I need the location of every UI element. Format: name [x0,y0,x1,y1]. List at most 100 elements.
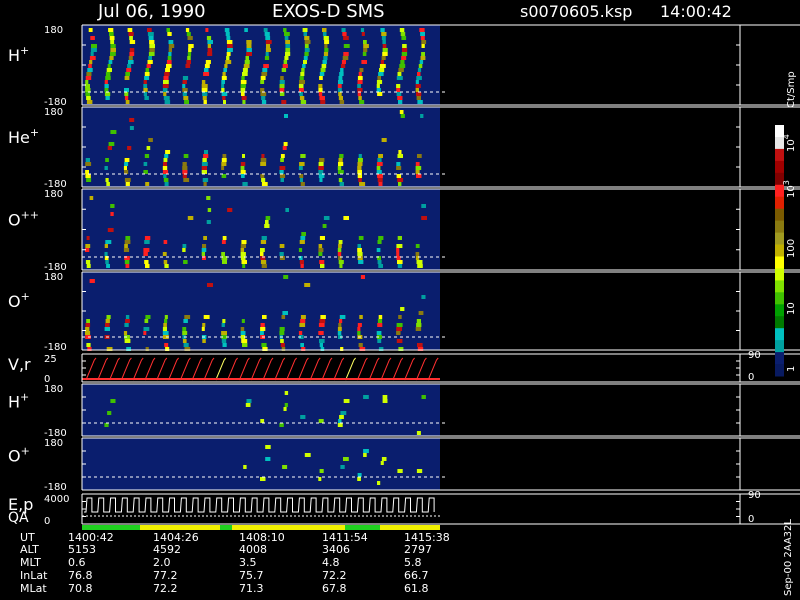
footer-cell: 72.2 [153,582,178,595]
footer-cell: 5153 [68,543,96,556]
footer-row-label: ALT [20,543,39,556]
vr-trace-segment [120,357,132,381]
heatmap-background [82,384,440,436]
footer-cell: 72.2 [322,569,347,582]
panel-label: V,r [8,355,31,374]
vr-trace-segment [168,357,179,381]
heatmap-band [416,469,423,473]
footer-cell: 75.7 [239,569,264,582]
heatmap-band [318,419,324,423]
ytick-label-top: 180 [44,107,63,118]
footer-cell: 76.8 [68,569,93,582]
vr-trace-segment [356,357,368,381]
footer-row-label: MLT [20,556,41,569]
heatmap-band [304,453,311,457]
footer-row-label: MLat [20,582,47,595]
ytick-label-bottom: -180 [44,482,67,493]
colorbar-label: 100 [786,239,797,258]
panel-label: He+ [8,126,39,147]
heatmap-band [300,415,306,419]
panel-7: 180 -180 O+ [8,437,800,493]
header-time: 14:00:42 [660,2,732,21]
vr-trace-segment [215,357,227,381]
vr-trace-segment [191,357,203,381]
ytick-label-top: 180 [44,438,63,449]
colorbar-swatch [775,316,784,329]
vr-trace-segment [333,357,345,381]
right-tick-label-top: 90 [748,350,761,361]
footer-cell: 70.8 [68,582,93,595]
qa-bar-segment [140,525,220,530]
colorbar-swatch [775,328,784,341]
vr-trace-segment [274,357,286,381]
heatmap-band [260,419,265,423]
vr-trace-segment [227,357,238,381]
colorbar-title: Ct/Smp [786,71,797,108]
colorbar-label: 1 [786,366,797,372]
side-label: Sep-00 2AA32L [783,519,794,596]
footer-cell: 2797 [404,543,432,556]
ep-trace [84,497,435,513]
colorbar-swatch [775,220,784,234]
panel-label: O+ [8,444,30,465]
plot-canvas: Jul 06, 1990 EXOS-D SMS s0070605.ksp 14:… [8,1,800,596]
vr-trace-segment [85,357,97,381]
right-tick-label-top: 90 [748,490,761,501]
heatmap-band [382,395,388,403]
ytick-label-bottom: -180 [44,342,67,353]
ytick-label-top: 4000 [44,494,69,505]
footer-cell: 61.8 [404,582,429,595]
footer-cell: 3.5 [239,556,257,569]
heatmap-band [282,465,288,469]
header-file: s0070605.ksp [520,2,632,21]
colorbar-swatch [775,364,784,377]
right-tick-label-bottom: 0 [748,514,754,525]
vr-trace-segment [238,357,250,381]
colorbar-swatch [775,304,784,317]
panel-3: 180-180O++ [8,188,800,273]
panel-2: 180-180He+ [8,106,800,190]
colorbar-swatch [775,292,784,305]
footer-cell: 5.8 [404,556,422,569]
colorbar-swatch [775,352,784,365]
panel-4: 180 -180 O+ [8,271,800,353]
vr-trace-segment [380,357,392,381]
vr-trace-segment [262,357,274,381]
vr-trace-segment [297,357,309,381]
vr-trace-segment [427,357,439,381]
heatmap-band [363,395,369,399]
qa-bar-segment [220,525,232,530]
ytick-label-top: 180 [44,25,63,36]
panel-8: 40000900E,pQA [8,490,800,530]
colorbar-swatch [775,196,784,210]
vr-trace-segment [404,357,415,381]
vr-trace-segment [415,357,427,381]
ytick-label-top: 180 [44,384,63,395]
colorbar: Ct/Smp104103100101 [775,71,797,377]
footer-cell: 67.8 [322,582,347,595]
vr-trace-segment [144,357,156,381]
footer-cell: 66.7 [404,569,429,582]
heatmap-background [82,438,440,490]
vr-trace-segment [179,357,191,381]
qa-bar-segment [345,525,380,530]
footer-cell: 77.2 [153,569,178,582]
qa-bar-segment [232,525,345,530]
footer-table: UTALTMLTInLatMLat1400:4251530.676.870.81… [20,531,450,595]
qa-bar-segment [380,525,440,530]
vr-trace-segment [156,357,168,381]
footer-cell: 3406 [322,543,350,556]
qa-bar-segment [82,525,140,530]
panel-label-2: QA [8,510,29,526]
panel-label: O++ [8,208,39,229]
colorbar-swatch [775,184,784,198]
ytick-label-top: 180 [44,272,63,283]
colorbar-swatch [775,268,784,281]
header-date: Jul 06, 1990 [97,1,206,22]
colorbar-swatch [775,160,784,174]
colorbar-swatch [775,280,784,293]
footer-cell: 4008 [239,543,267,556]
vr-trace-segment [203,357,215,381]
colorbar-label: 10 [786,302,797,315]
heatmap-band [397,469,403,473]
